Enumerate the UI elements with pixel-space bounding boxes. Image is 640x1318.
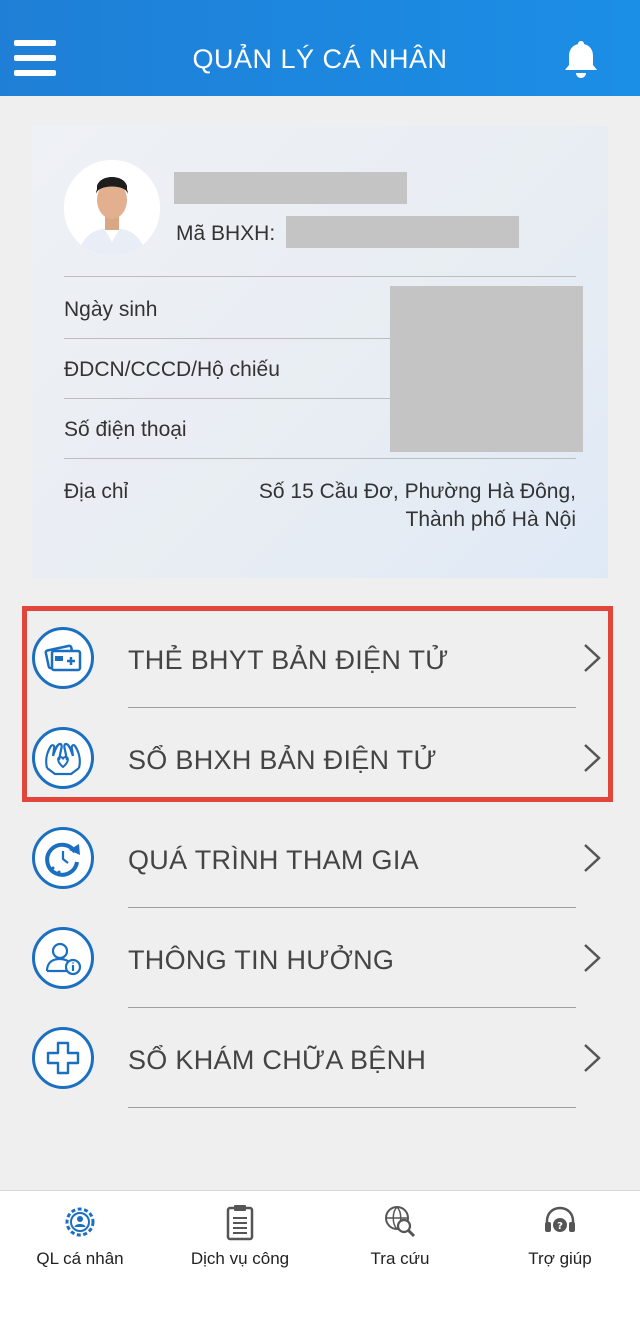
page-title: QUẢN LÝ CÁ NHÂN bbox=[192, 44, 448, 74]
nav-label: Dịch vụ công bbox=[190, 1249, 290, 1268]
svg-text:?: ? bbox=[557, 1221, 563, 1232]
profile-divider bbox=[64, 276, 576, 277]
medical-cross-icon bbox=[32, 1027, 94, 1089]
highlight-box bbox=[22, 606, 613, 802]
menu-label: QUÁ TRÌNH THAM GIA bbox=[128, 845, 419, 875]
menu-item-medical-record[interactable]: SỔ KHÁM CHỮA BỆNH bbox=[0, 1008, 640, 1108]
bhxh-number-redacted bbox=[286, 216, 519, 248]
address-line-2: Thành phố Hà Nội bbox=[405, 508, 576, 531]
field-divider bbox=[64, 458, 576, 459]
menu-label: SỔ KHÁM CHỮA BỆNH bbox=[128, 1045, 427, 1075]
menu-divider bbox=[128, 1107, 576, 1108]
chevron-right-icon bbox=[584, 844, 601, 872]
chevron-right-icon bbox=[584, 944, 601, 972]
chevron-right-icon bbox=[584, 1044, 601, 1072]
nav-help[interactable]: ? Trợ giúp bbox=[480, 1191, 640, 1318]
menu-item-participation-history[interactable]: QUÁ TRÌNH THAM GIA bbox=[0, 808, 640, 908]
personal-info-redacted bbox=[390, 286, 583, 452]
avatar bbox=[64, 160, 160, 256]
app-header: QUẢN LÝ CÁ NHÂN bbox=[0, 0, 640, 96]
nav-personal[interactable]: QL cá nhân bbox=[0, 1191, 160, 1318]
nav-label: Tra cứu bbox=[370, 1249, 430, 1268]
id-document-label: ĐDCN/CCCD/Hộ chiếu bbox=[64, 358, 280, 381]
bhxh-label: Mã BHXH: bbox=[176, 222, 276, 245]
headset-help-icon: ? bbox=[545, 1206, 575, 1232]
phone-label: Số điện thoại bbox=[64, 418, 187, 441]
bottom-nav: QL cá nhân Dịch vụ công Tra cứu ? Trợ gi… bbox=[0, 1190, 640, 1318]
nav-label: QL cá nhân bbox=[36, 1249, 124, 1268]
address-label: Địa chỉ bbox=[64, 480, 129, 503]
name-redacted bbox=[174, 172, 407, 204]
address-value: Số 15 Cầu Đơ, Phường Hà Đông, Thành phố … bbox=[230, 478, 576, 534]
menu-item-benefit-info[interactable]: THÔNG TIN HƯỞNG bbox=[0, 908, 640, 1008]
bell-icon[interactable] bbox=[560, 38, 602, 80]
history-icon bbox=[32, 827, 94, 889]
globe-search-icon bbox=[385, 1206, 416, 1238]
menu-label: THÔNG TIN HƯỞNG bbox=[128, 945, 395, 975]
nav-lookup[interactable]: Tra cứu bbox=[320, 1191, 480, 1318]
personal-gear-icon bbox=[65, 1207, 95, 1237]
nav-public-service[interactable]: Dịch vụ công bbox=[160, 1191, 320, 1318]
address-line-1: Số 15 Cầu Đơ, Phường Hà Đông, bbox=[258, 480, 576, 503]
nav-label: Trợ giúp bbox=[528, 1249, 592, 1268]
user-info-icon bbox=[32, 927, 94, 989]
clipboard-icon bbox=[226, 1205, 254, 1241]
birthdate-label: Ngày sinh bbox=[64, 298, 158, 321]
